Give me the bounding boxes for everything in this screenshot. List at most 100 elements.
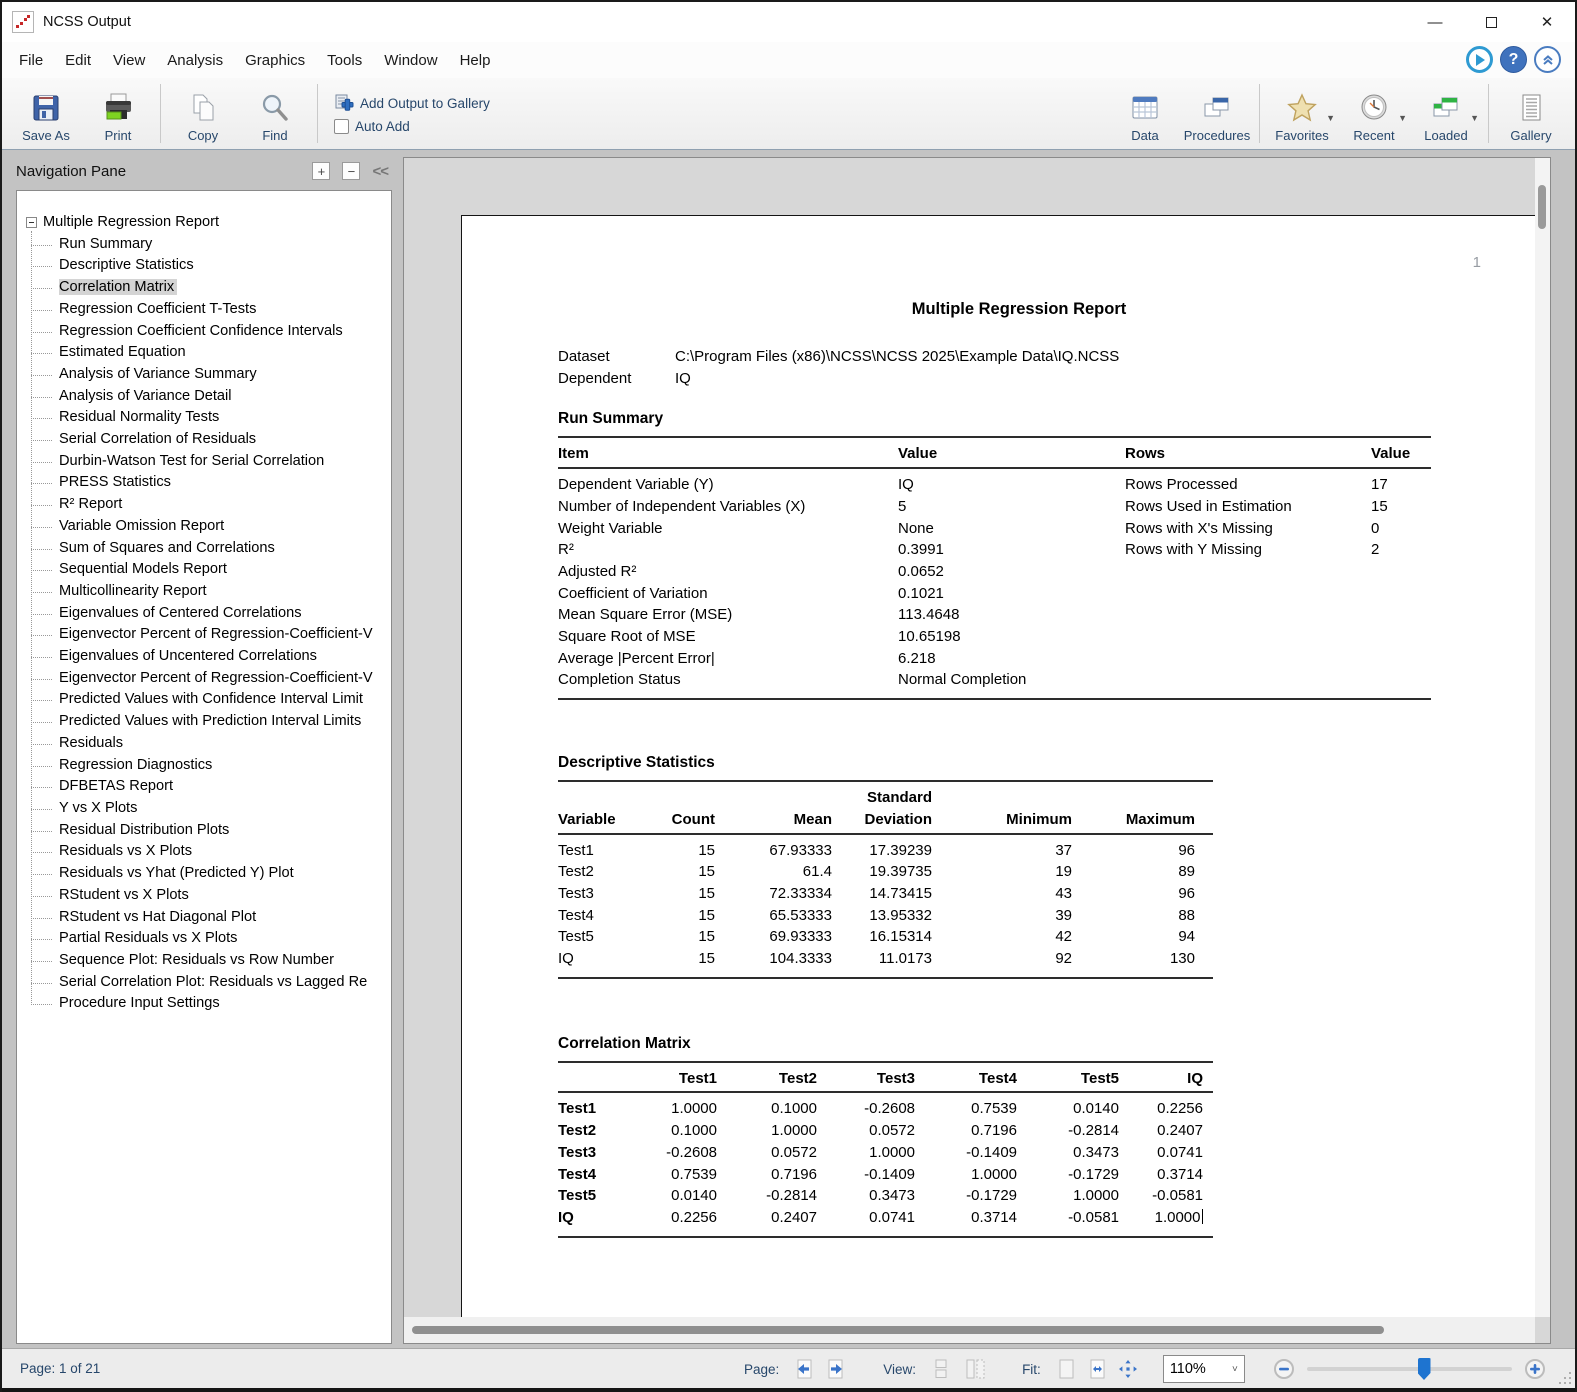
nav-tree-item[interactable]: RStudent vs X Plots <box>25 885 391 907</box>
copy-button[interactable]: Copy <box>167 78 239 149</box>
help-button[interactable]: ? <box>1500 46 1527 73</box>
cell: Test2 <box>558 861 658 883</box>
auto-add-checkbox[interactable] <box>334 119 349 134</box>
nav-tree-item[interactable]: Regression Diagnostics <box>25 755 391 777</box>
close-button[interactable]: ✕ <box>1519 2 1575 42</box>
next-page-button[interactable] <box>823 1356 849 1382</box>
nav-tree-item[interactable]: Multicollinearity Report <box>25 581 391 603</box>
column-header: Rows <box>1125 438 1371 468</box>
data-button[interactable]: Data <box>1109 78 1181 149</box>
nav-tree-root[interactable]: Multiple Regression Report <box>25 212 391 234</box>
nav-tree-item[interactable]: Procedure Input Settings <box>25 993 391 1015</box>
toolbar: Save As Print Copy <box>2 78 1575 150</box>
nav-tree-item[interactable]: Eigenvector Percent of Regression-Coeffi… <box>25 668 391 690</box>
nav-tree-item[interactable]: R² Report <box>25 494 391 516</box>
vertical-scrollbar-thumb[interactable] <box>1538 185 1546 229</box>
cell <box>1371 561 1431 583</box>
nav-tree-item[interactable]: Durbin-Watson Test for Serial Correlatio… <box>25 451 391 473</box>
menu-item-file[interactable]: File <box>8 46 54 75</box>
loaded-dropdown-arrow[interactable]: ▼ <box>1470 113 1479 123</box>
menu-item-view[interactable]: View <box>102 46 156 75</box>
zoom-out-button[interactable] <box>1271 1356 1297 1382</box>
add-output-to-gallery-button[interactable]: Add Output to Gallery <box>334 93 490 113</box>
nav-tree-item[interactable]: Regression Coefficient Confidence Interv… <box>25 321 391 343</box>
recent-button[interactable]: ▼ Recent <box>1338 78 1410 149</box>
menu-item-help[interactable]: Help <box>449 46 502 75</box>
vertical-scrollbar[interactable] <box>1535 158 1550 1317</box>
fit-all-button[interactable] <box>1115 1356 1141 1382</box>
nav-tree-item[interactable]: Eigenvalues of Uncentered Correlations <box>25 646 391 668</box>
menu-item-graphics[interactable]: Graphics <box>234 46 316 75</box>
nav-tree-item[interactable]: PRESS Statistics <box>25 472 391 494</box>
nav-tree-item[interactable]: Predicted Values with Prediction Interva… <box>25 711 391 733</box>
gallery-button[interactable]: Gallery <box>1495 78 1567 149</box>
nav-tree-item[interactable]: Sequential Models Report <box>25 559 391 581</box>
minimize-button[interactable]: — <box>1407 2 1463 42</box>
procedures-button[interactable]: Procedures <box>1181 78 1253 149</box>
menu-item-window[interactable]: Window <box>373 46 448 75</box>
collapse-ribbon-button[interactable] <box>1534 46 1561 73</box>
run-play-button[interactable] <box>1466 46 1493 73</box>
favorites-button[interactable]: ▼ Favorites <box>1266 78 1338 149</box>
nav-tree-item[interactable]: Residual Distribution Plots <box>25 820 391 842</box>
find-button[interactable]: Find <box>239 78 311 149</box>
nav-tree-item[interactable]: Residuals vs X Plots <box>25 841 391 863</box>
nav-tree-item[interactable]: Variable Omission Report <box>25 516 391 538</box>
nav-tree-item[interactable]: Residual Normality Tests <box>25 407 391 429</box>
nav-tree-item[interactable]: Descriptive Statistics <box>25 255 391 277</box>
procedures-windows-icon <box>1201 92 1233 124</box>
print-label: Print <box>105 128 132 143</box>
collapse-all-button[interactable]: − <box>342 162 360 180</box>
menu-item-edit[interactable]: Edit <box>54 46 102 75</box>
menu-item-tools[interactable]: Tools <box>316 46 373 75</box>
nav-tree-item[interactable]: Correlation Matrix <box>25 277 391 299</box>
column-header: Test4 <box>915 1063 1017 1093</box>
nav-tree-item[interactable]: Predicted Values with Confidence Interva… <box>25 689 391 711</box>
maximize-button[interactable] <box>1463 2 1519 42</box>
nav-tree-item[interactable]: Analysis of Variance Summary <box>25 364 391 386</box>
nav-tree-item[interactable]: Analysis of Variance Detail <box>25 386 391 408</box>
cell <box>1125 669 1371 691</box>
fit-page-button[interactable] <box>1053 1356 1079 1382</box>
resize-grip[interactable] <box>1559 1372 1571 1384</box>
nav-tree-item[interactable]: Serial Correlation Plot: Residuals vs La… <box>25 972 391 994</box>
print-button[interactable]: Print <box>82 78 154 149</box>
facing-page-view-button[interactable] <box>962 1356 988 1382</box>
nav-tree-item[interactable]: Eigenvector Percent of Regression-Coeffi… <box>25 624 391 646</box>
zoom-slider-handle[interactable] <box>1418 1358 1431 1380</box>
fit-width-button[interactable] <box>1084 1356 1110 1382</box>
nav-tree-item-label: Residuals vs Yhat (Predicted Y) Plot <box>59 865 297 881</box>
nav-tree-item[interactable]: DFBETAS Report <box>25 776 391 798</box>
nav-tree-item[interactable]: Residuals vs Yhat (Predicted Y) Plot <box>25 863 391 885</box>
nav-tree-item[interactable]: Y vs X Plots <box>25 798 391 820</box>
zoom-percent-select[interactable]: 110% ˅ <box>1163 1355 1245 1383</box>
nav-tree-item[interactable]: Partial Residuals vs X Plots <box>25 928 391 950</box>
single-page-view-button[interactable] <box>928 1356 954 1382</box>
expand-all-button[interactable]: + <box>312 162 330 180</box>
recent-dropdown-arrow[interactable]: ▼ <box>1398 113 1407 123</box>
menu-item-analysis[interactable]: Analysis <box>156 46 234 75</box>
nav-tree-item-label: Regression Coefficient Confidence Interv… <box>59 323 346 339</box>
tree-collapse-icon[interactable] <box>26 217 37 228</box>
nav-tree-item[interactable]: Eigenvalues of Centered Correlations <box>25 603 391 625</box>
cell: 96 <box>1072 883 1213 905</box>
nav-tree-item[interactable]: Sum of Squares and Correlations <box>25 538 391 560</box>
save-as-button[interactable]: Save As <box>10 78 82 149</box>
loaded-button[interactable]: ▼ Loaded <box>1410 78 1482 149</box>
dependent-value: IQ <box>675 368 691 390</box>
nav-tree-item[interactable]: Regression Coefficient T-Tests <box>25 299 391 321</box>
zoom-slider[interactable] <box>1307 1367 1512 1371</box>
favorites-dropdown-arrow[interactable]: ▼ <box>1326 113 1335 123</box>
previous-page-button[interactable] <box>791 1356 817 1382</box>
nav-tree-item[interactable]: Serial Correlation of Residuals <box>25 429 391 451</box>
nav-tree-item[interactable]: Run Summary <box>25 234 391 256</box>
navigation-pane: Navigation Pane + − << Multiple Regressi… <box>16 157 392 1344</box>
nav-tree-item[interactable]: Estimated Equation <box>25 342 391 364</box>
zoom-in-button[interactable] <box>1522 1356 1548 1382</box>
horizontal-scrollbar-thumb[interactable] <box>412 1326 1384 1334</box>
hide-pane-button[interactable]: << <box>372 163 388 180</box>
nav-tree-item[interactable]: Residuals <box>25 733 391 755</box>
nav-tree-item[interactable]: RStudent vs Hat Diagonal Plot <box>25 907 391 929</box>
horizontal-scrollbar[interactable] <box>404 1317 1535 1343</box>
nav-tree-item[interactable]: Sequence Plot: Residuals vs Row Number <box>25 950 391 972</box>
